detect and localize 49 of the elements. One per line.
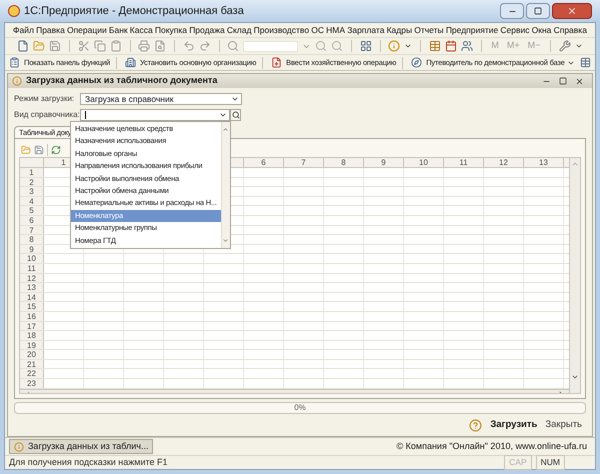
- menu-item[interactable]: Сервис: [500, 24, 530, 36]
- column-header: 9: [364, 158, 404, 167]
- menu-item[interactable]: Отчеты: [414, 24, 444, 36]
- column-header: 7: [284, 158, 324, 167]
- menu-item[interactable]: Зарплата: [347, 24, 384, 36]
- row-number: 22: [20, 369, 44, 378]
- status-indicator: NUM: [536, 455, 565, 470]
- status-indicator: CAP: [504, 455, 532, 470]
- menu-item[interactable]: Банк: [108, 24, 128, 36]
- close-button[interactable]: Закрыть: [545, 418, 582, 432]
- window-title: 1С:Предприятие - Демонстрационная база: [24, 4, 244, 19]
- row-number: 23: [20, 379, 44, 388]
- copyright-text: © Компания "Онлайн" 2010, www.online-ufa.ru: [396, 440, 588, 453]
- menu-item[interactable]: Операции: [66, 24, 107, 36]
- row-number: 3: [20, 187, 44, 196]
- row-number: 20: [20, 350, 44, 359]
- menu-item[interactable]: Файл: [13, 24, 34, 36]
- row-number: 13: [20, 283, 44, 292]
- menu-item[interactable]: Кадры: [386, 24, 412, 36]
- menu-item[interactable]: Продажа: [189, 24, 225, 36]
- column-header: 11: [444, 158, 484, 167]
- column-header: 13: [524, 158, 564, 167]
- column-header: 12: [484, 158, 524, 167]
- progress-reading: 0%: [294, 402, 306, 414]
- menu-item[interactable]: Склад: [226, 24, 252, 36]
- menu-item[interactable]: ОС: [311, 24, 324, 36]
- menu-item[interactable]: Производство: [254, 24, 310, 36]
- menu-item[interactable]: Покупка: [154, 24, 188, 36]
- menu-item[interactable]: НМА: [326, 24, 346, 36]
- column-header: 6: [244, 158, 284, 167]
- load-button[interactable]: Загрузить: [490, 418, 538, 432]
- field-label: Режим загрузки:: [14, 93, 76, 105]
- window-tab[interactable]: Загрузка данных из таблич...: [9, 439, 154, 454]
- menu-item[interactable]: Правка: [36, 24, 65, 36]
- row-number: 8: [20, 235, 44, 244]
- menu-item[interactable]: Окна: [532, 24, 552, 36]
- load-mode-select[interactable]: Загрузка в справочник: [80, 93, 242, 105]
- row-number: 5: [20, 206, 44, 215]
- menu-item[interactable]: Справка: [554, 24, 587, 36]
- row-number: 1: [20, 168, 44, 177]
- form-title: Загрузка данных из табличного документа: [26, 74, 218, 88]
- menu-item[interactable]: Касса: [130, 24, 153, 36]
- status-hint: Для получения подсказки нажмите F1: [9, 456, 169, 469]
- column-header: 10: [404, 158, 444, 167]
- row-number: 15: [20, 302, 44, 311]
- row-number: 18: [20, 331, 44, 340]
- menu-item[interactable]: Предприятие: [446, 24, 498, 36]
- column-header: 8: [324, 158, 364, 167]
- row-number: 10: [20, 254, 44, 263]
